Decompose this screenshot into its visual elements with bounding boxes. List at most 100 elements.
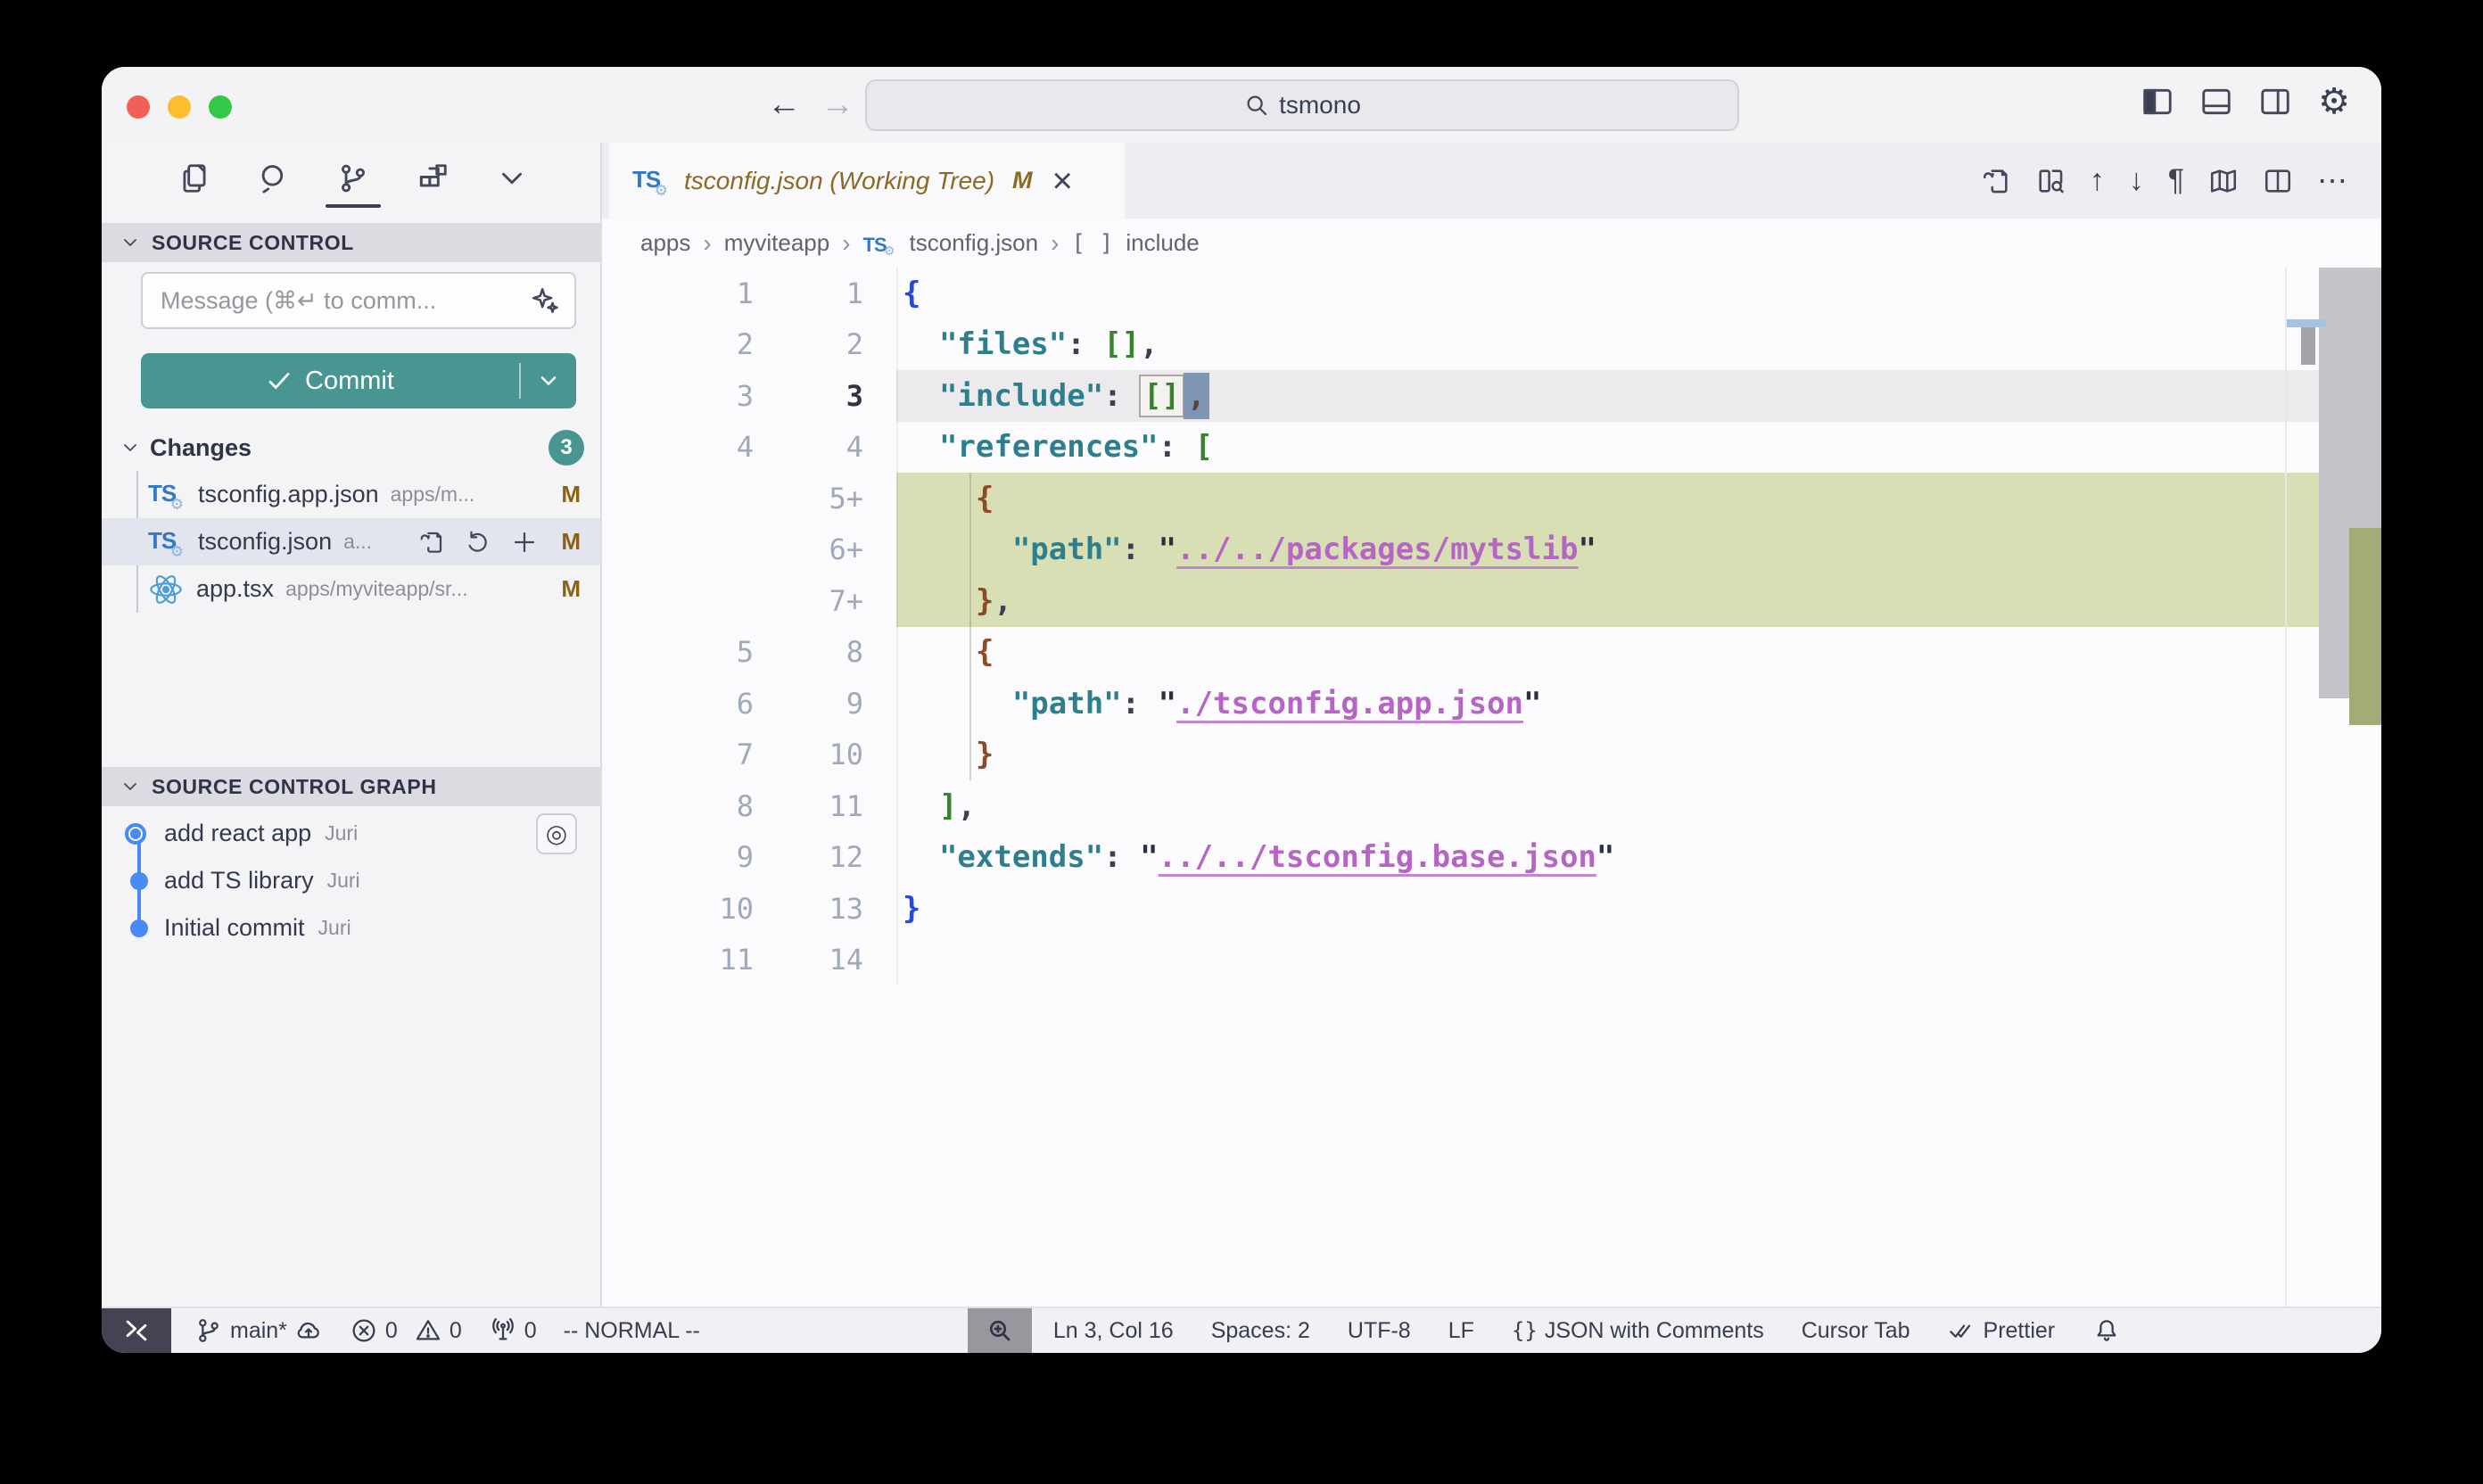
change-row-tsconfig-json[interactable]: TS⚙ tsconfig.json a... M — [102, 518, 600, 565]
source-control-title: SOURCE CONTROL — [152, 231, 354, 255]
settings-gear-icon[interactable]: ⚙ — [2317, 85, 2351, 119]
file-path: a... — [343, 530, 372, 554]
cursor-position-button[interactable]: Ln 3, Col 16 — [1053, 1318, 1174, 1344]
split-editor-icon[interactable] — [2263, 166, 2293, 196]
original-line-number: 2 — [602, 327, 754, 361]
breadcrumb-separator: › — [842, 229, 850, 258]
changes-section-header[interactable]: Changes 3 — [102, 428, 600, 467]
map-icon[interactable] — [2208, 166, 2239, 196]
eol-button[interactable]: LF — [1448, 1318, 1474, 1344]
commit-row[interactable]: add react app Juri ◎ — [102, 810, 600, 857]
stage-changes-icon[interactable] — [511, 529, 538, 556]
breadcrumb: apps › myviteapp › TS⚙ tsconfig.json › [… — [602, 218, 2381, 268]
commit-message: Initial commit — [164, 914, 305, 942]
remote-indicator-button[interactable] — [102, 1308, 171, 1353]
commit-message-input[interactable]: Message (⌘↵ to comm... — [141, 272, 576, 329]
code-line[interactable]: 58 { — [602, 627, 2381, 679]
code-line[interactable]: 22 "files": [], — [602, 319, 2381, 371]
original-line-number: 11 — [602, 943, 754, 977]
breadcrumb-item-apps[interactable]: apps — [640, 229, 690, 257]
more-views-chevron-icon[interactable] — [495, 161, 529, 195]
close-tab-icon[interactable]: × — [1052, 163, 1073, 199]
extensions-icon[interactable] — [416, 161, 450, 195]
commit-dropdown-button[interactable] — [521, 368, 576, 393]
source-control-section-header[interactable]: SOURCE CONTROL — [102, 223, 600, 262]
indentation-button[interactable]: Spaces: 2 — [1211, 1318, 1310, 1344]
whitespace-icon[interactable]: ¶ — [2168, 163, 2184, 198]
commit-row[interactable]: Initial commit Juri — [102, 904, 600, 952]
zoom-indicator-button[interactable] — [968, 1308, 1032, 1353]
open-file-icon[interactable] — [418, 529, 445, 556]
code-line[interactable]: 6+ "path": "../../packages/mytslib" — [602, 524, 2381, 576]
code-line[interactable]: 1013} — [602, 883, 2381, 935]
problems-button[interactable]: 0 0 — [350, 1316, 462, 1345]
language-mode-button[interactable]: {} JSON with Comments — [1512, 1318, 1764, 1344]
navigate-back-icon[interactable]: ← — [767, 83, 801, 126]
code-line[interactable]: 7+ }, — [602, 575, 2381, 627]
original-line-number: 5 — [602, 635, 754, 669]
formatter-button[interactable]: Prettier — [1948, 1316, 2056, 1345]
source-control-icon[interactable] — [336, 161, 370, 195]
modified-badge: M — [561, 575, 581, 603]
code-line[interactable]: 710 } — [602, 730, 2381, 781]
code-line[interactable]: 44 "references": [ — [602, 422, 2381, 474]
bell-icon[interactable] — [2092, 1316, 2121, 1345]
ports-button[interactable]: 0 — [489, 1316, 537, 1345]
discard-changes-icon[interactable] — [465, 529, 491, 556]
goto-current-history-item-button[interactable]: ◎ — [536, 813, 577, 854]
code-line[interactable]: 11{ — [602, 268, 2381, 319]
formatter-text: Prettier — [1984, 1318, 2056, 1344]
change-row-tsconfig-app-json[interactable]: TS⚙ tsconfig.app.json apps/m... M — [102, 471, 600, 518]
broadcast-icon — [489, 1316, 517, 1345]
array-symbol-icon: [ ] — [1071, 230, 1113, 257]
code-line[interactable]: 912 "extends": "../../tsconfig.base.json… — [602, 832, 2381, 884]
code-line[interactable]: 811 ], — [602, 780, 2381, 832]
modified-line-number: 11 — [754, 789, 863, 823]
explorer-icon[interactable] — [177, 161, 211, 195]
commit-row[interactable]: add TS library Juri — [102, 857, 600, 904]
sparkle-copilot-icon[interactable] — [530, 285, 560, 316]
previous-change-icon[interactable]: ↑ — [2090, 163, 2105, 198]
commit-author: Juri — [327, 869, 360, 893]
branch-status-button[interactable]: main* — [194, 1316, 323, 1345]
breadcrumb-item-myviteapp[interactable]: myviteapp — [724, 229, 830, 257]
tab-tsconfig-json-working-tree[interactable]: TS⚙ tsconfig.json (Working Tree) M × — [609, 143, 1125, 218]
code-line[interactable]: 33 "include": [], — [602, 370, 2381, 422]
remote-indicator-icon — [121, 1315, 152, 1346]
more-actions-icon[interactable]: ⋯ — [2317, 163, 2347, 199]
navigate-forward-icon[interactable]: → — [821, 83, 854, 126]
command-center-search[interactable]: tsmono — [865, 79, 1739, 131]
search-icon[interactable] — [257, 161, 291, 195]
toggle-secondary-sidebar-icon[interactable] — [2258, 85, 2292, 119]
maximize-window-button[interactable] — [209, 95, 232, 119]
encoding-button[interactable]: UTF-8 — [1348, 1318, 1411, 1344]
vim-mode-indicator[interactable]: -- NORMAL -- — [564, 1318, 700, 1344]
compare-editors-icon[interactable] — [2035, 166, 2066, 196]
next-change-icon[interactable]: ↓ — [2129, 163, 2144, 198]
cursor-position-text: Ln 3, Col 16 — [1053, 1318, 1174, 1344]
minimize-window-button[interactable] — [168, 95, 191, 119]
file-name: tsconfig.json — [198, 528, 332, 556]
source-control-graph-header[interactable]: SOURCE CONTROL GRAPH — [102, 767, 600, 806]
vscode-window: ← → tsmono ⚙ — [102, 67, 2381, 1353]
minimap-added-decoration — [2349, 528, 2381, 725]
code-line[interactable]: 69 "path": "./tsconfig.app.json" — [602, 678, 2381, 730]
editor-actions: ↑ ↓ ¶ ⋯ — [1981, 143, 2381, 218]
cursor-tab-button[interactable]: Cursor Tab — [1802, 1318, 1910, 1344]
toggle-primary-sidebar-icon[interactable] — [2141, 85, 2174, 119]
open-file-icon[interactable] — [1981, 166, 2011, 196]
close-window-button[interactable] — [127, 95, 150, 119]
breadcrumb-item-file[interactable]: tsconfig.json — [910, 229, 1039, 257]
code-line[interactable]: 1114 — [602, 935, 2381, 986]
breadcrumb-item-include[interactable]: include — [1126, 229, 1199, 257]
change-row-app-tsx[interactable]: app.tsx apps/myviteapp/sr... M — [102, 565, 600, 613]
commit-node-icon — [130, 872, 148, 890]
commit-button[interactable]: Commit — [141, 353, 576, 408]
encoding-text: UTF-8 — [1348, 1318, 1411, 1344]
toggle-panel-icon[interactable] — [2199, 85, 2233, 119]
modified-line-number: 13 — [754, 892, 863, 926]
diff-editor[interactable]: 11{22 "files": [],33 "include": [],44 "r… — [602, 268, 2381, 1307]
git-branch-icon — [194, 1316, 223, 1345]
zoom-magnifier-icon — [986, 1316, 1014, 1345]
code-line[interactable]: 5+ { — [602, 473, 2381, 524]
